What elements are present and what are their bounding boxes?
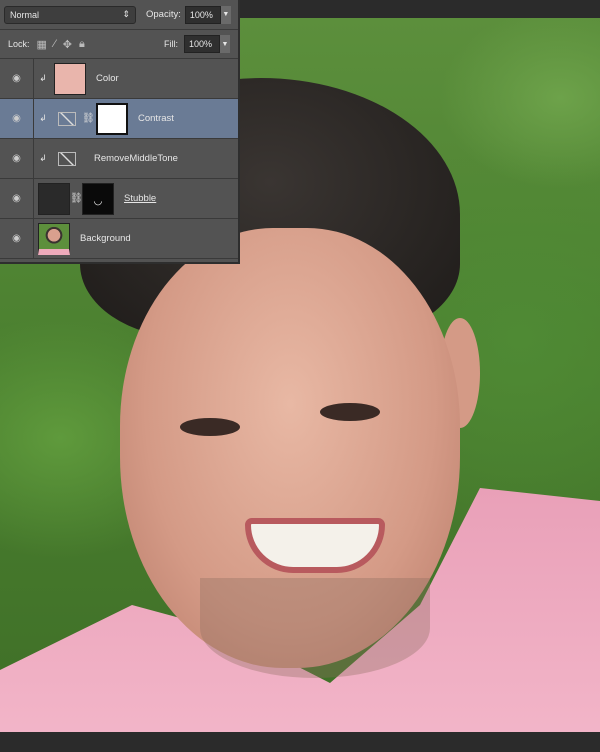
curves-adjustment-icon <box>58 151 76 166</box>
link-chain-icon[interactable]: ⛓ <box>82 113 95 124</box>
lock-position-move-icon[interactable]: ✥ <box>63 38 72 51</box>
visibility-eye-icon[interactable]: ◉ <box>0 99 34 138</box>
blend-mode-value: Normal <box>10 9 40 20</box>
clipping-arrow-icon: ↲ <box>39 73 47 83</box>
visibility-eye-icon[interactable]: ◉ <box>0 59 34 98</box>
visibility-eye-icon[interactable]: ◉ <box>0 179 34 218</box>
fill-input[interactable]: 100% <box>184 35 220 53</box>
layer-thumbnail <box>38 222 70 255</box>
photo-eye-left <box>180 418 240 436</box>
layer-removemiddletone[interactable]: ◉ ↲ RemoveMiddleTone <box>0 139 238 179</box>
layer-background[interactable]: ◉ Background <box>0 219 238 259</box>
layers-panel: Normal ⇕ Opacity: 100% ▼ Lock: ▦ ⁄ ✥ 🔒︎ F… <box>0 0 240 264</box>
lock-pixels-brush-icon[interactable]: ⁄ <box>54 38 56 50</box>
clipping-arrow-icon: ↲ <box>39 113 47 123</box>
visibility-eye-icon[interactable]: ◉ <box>0 139 34 178</box>
opacity-dropdown-icon[interactable]: ▼ <box>220 5 231 24</box>
lock-label: Lock: <box>8 39 30 49</box>
layer-name: Background <box>80 233 131 244</box>
fill-label: Fill: <box>164 39 178 49</box>
layer-name: RemoveMiddleTone <box>94 153 178 164</box>
photo-stubble <box>200 578 430 678</box>
curves-adjustment-icon <box>58 111 76 126</box>
blend-mode-select[interactable]: Normal ⇕ <box>4 5 136 24</box>
layer-mask-thumbnail[interactable] <box>96 102 128 135</box>
fill-dropdown-icon[interactable]: ▼ <box>220 35 230 53</box>
layer-mask-thumbnail[interactable]: ◡ <box>82 182 114 215</box>
opacity-input[interactable]: 100% <box>184 5 221 24</box>
updown-icon: ⇕ <box>122 9 130 19</box>
photo-eye-right <box>320 403 380 421</box>
clipping-arrow-icon: ↲ <box>39 153 47 163</box>
layer-contrast[interactable]: ◉ ↲ ⛓ Contrast <box>0 99 238 139</box>
link-chain-icon[interactable]: ⛓ <box>70 193 83 204</box>
visibility-eye-icon[interactable]: ◉ <box>0 219 34 258</box>
opacity-label: Opacity: <box>146 9 181 20</box>
layer-stubble[interactable]: ◉ ⛓ ◡ Stubble <box>0 179 238 219</box>
layer-name: Contrast <box>138 113 174 124</box>
layer-thumbnail <box>38 182 70 215</box>
layer-name: Color <box>96 73 119 84</box>
layer-thumbnail <box>54 62 86 95</box>
lock-all-icon[interactable]: 🔒︎ <box>79 38 85 51</box>
layer-color[interactable]: ◉ ↲ Color <box>0 59 238 99</box>
layer-name: Stubble <box>124 193 157 204</box>
lock-transparency-icon[interactable]: ▦ <box>37 38 47 51</box>
